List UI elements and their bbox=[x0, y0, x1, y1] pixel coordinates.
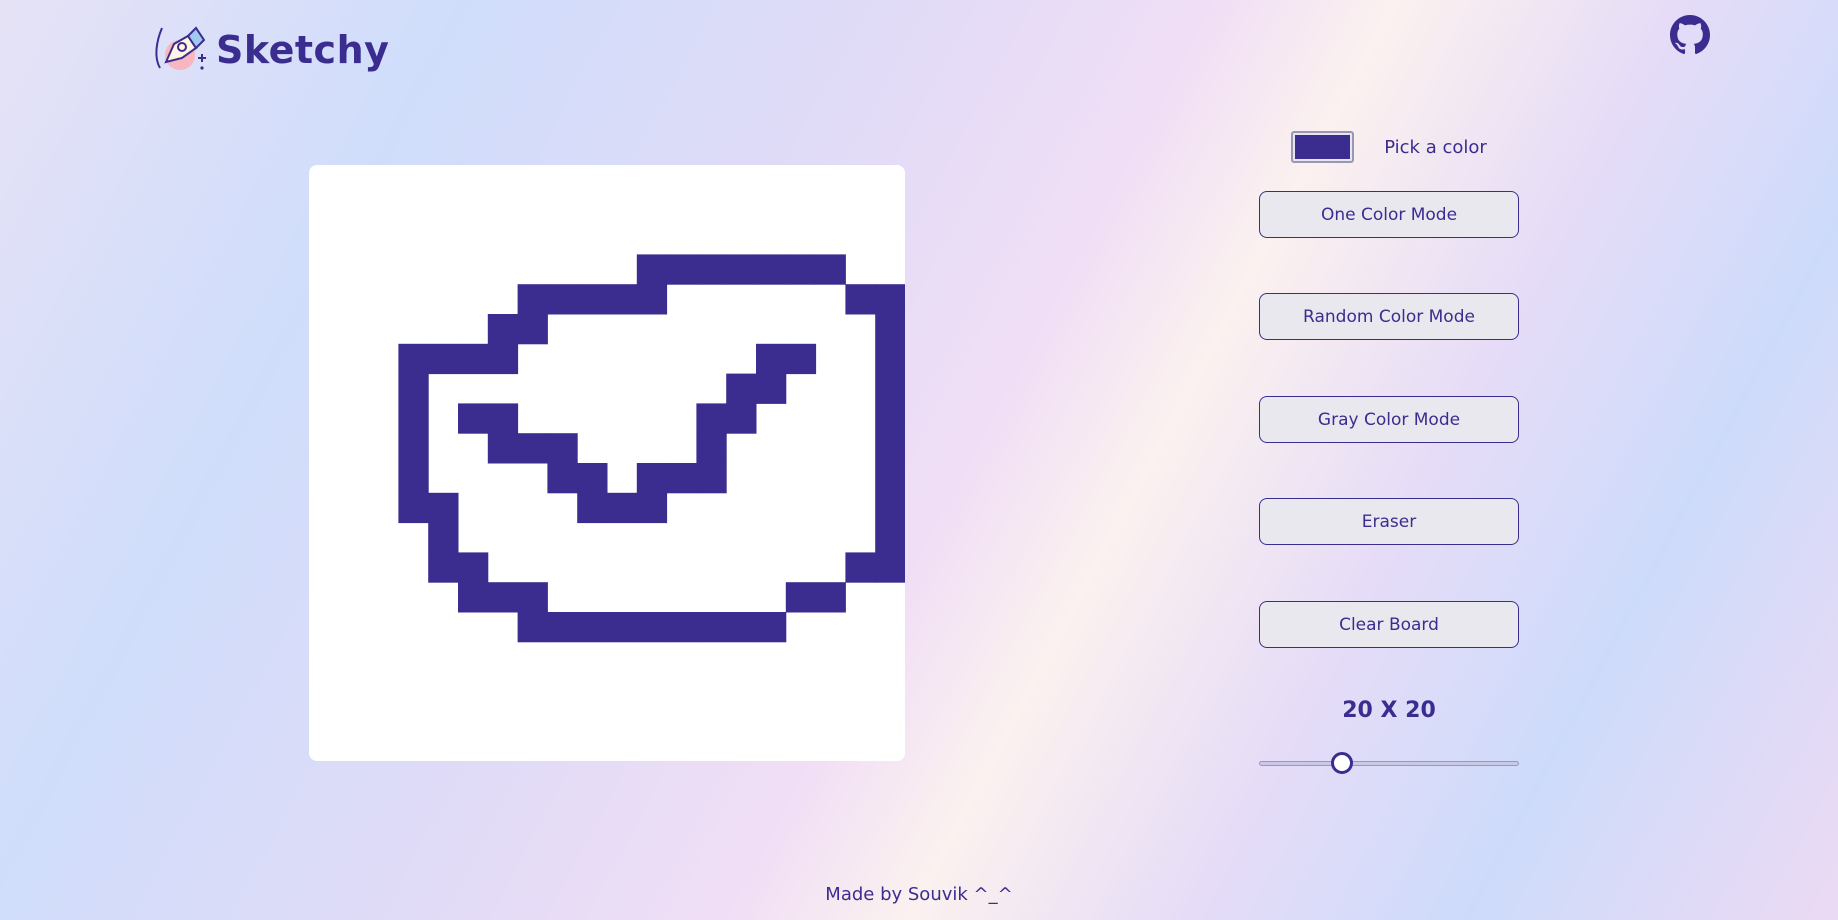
pixel-cell[interactable] bbox=[547, 463, 578, 494]
pixel-cell[interactable] bbox=[487, 582, 519, 613]
pixel-cell[interactable] bbox=[458, 552, 489, 583]
pixel-cell[interactable] bbox=[428, 343, 459, 375]
clear-board-button[interactable]: Clear Board bbox=[1259, 601, 1519, 648]
pixel-cell[interactable] bbox=[428, 492, 459, 524]
pixel-cell[interactable] bbox=[487, 343, 519, 375]
pixel-cell[interactable] bbox=[696, 612, 727, 643]
pixel-cell[interactable] bbox=[547, 612, 578, 643]
pen-nib-logo-icon bbox=[152, 22, 210, 78]
pixel-cell[interactable] bbox=[607, 492, 638, 524]
pixel-cell[interactable] bbox=[458, 403, 489, 434]
pixel-cell[interactable] bbox=[458, 582, 489, 613]
pixel-cell[interactable] bbox=[547, 433, 578, 464]
pixel-cell[interactable] bbox=[398, 492, 429, 524]
pixel-cell[interactable] bbox=[875, 403, 905, 434]
pixel-cell[interactable] bbox=[577, 612, 608, 643]
pixel-cell[interactable] bbox=[517, 612, 548, 643]
pixel-cell[interactable] bbox=[815, 582, 846, 613]
pixel-cell[interactable] bbox=[636, 254, 668, 285]
pixel-cell[interactable] bbox=[487, 433, 519, 464]
pixel-cell[interactable] bbox=[756, 254, 787, 285]
pixel-cell[interactable] bbox=[845, 284, 876, 315]
pixel-cell[interactable] bbox=[547, 284, 578, 315]
pixel-cell[interactable] bbox=[785, 343, 817, 375]
pixel-cell[interactable] bbox=[756, 373, 787, 404]
slider-thumb[interactable] bbox=[1330, 752, 1353, 774]
pixel-cell[interactable] bbox=[458, 343, 489, 375]
one-color-mode-button[interactable]: One Color Mode bbox=[1259, 191, 1519, 238]
pixel-cell[interactable] bbox=[428, 552, 459, 583]
pixel-cell[interactable] bbox=[785, 254, 817, 285]
pixel-cell[interactable] bbox=[726, 403, 757, 434]
pixel-cell[interactable] bbox=[696, 403, 727, 434]
pixel-cell[interactable] bbox=[875, 463, 905, 494]
pixel-cell[interactable] bbox=[398, 343, 429, 375]
pixel-cell[interactable] bbox=[756, 343, 787, 375]
pixel-cell[interactable] bbox=[636, 612, 668, 643]
pixel-cell[interactable] bbox=[517, 284, 548, 315]
pixel-cell[interactable] bbox=[845, 552, 876, 583]
pixel-cell[interactable] bbox=[785, 582, 817, 613]
pixel-cell[interactable] bbox=[517, 314, 548, 345]
pixel-cell[interactable] bbox=[636, 463, 668, 494]
pixel-cell[interactable] bbox=[875, 492, 905, 524]
footer-credit: Made by Souvik ^_^ bbox=[825, 884, 1013, 905]
grid-size-slider[interactable] bbox=[1259, 751, 1519, 775]
pixel-cell[interactable] bbox=[517, 433, 548, 464]
pixel-cell[interactable] bbox=[577, 492, 608, 524]
pixel-cell[interactable] bbox=[577, 284, 608, 315]
sketch-board[interactable] bbox=[309, 165, 905, 761]
pixel-cell[interactable] bbox=[696, 433, 727, 464]
pixel-cell[interactable] bbox=[607, 612, 638, 643]
app-header: Sketchy bbox=[152, 22, 389, 78]
pixel-cell[interactable] bbox=[636, 492, 668, 524]
pixel-cell[interactable] bbox=[666, 254, 697, 285]
pixel-cell[interactable] bbox=[726, 373, 757, 404]
pixel-cell[interactable] bbox=[756, 612, 787, 643]
pixel-cell[interactable] bbox=[577, 463, 608, 494]
pixel-cell[interactable] bbox=[875, 314, 905, 345]
pixel-cell[interactable] bbox=[875, 552, 905, 583]
pixel-cell[interactable] bbox=[875, 373, 905, 404]
pixel-cell[interactable] bbox=[726, 612, 757, 643]
pixel-cell[interactable] bbox=[398, 403, 429, 434]
pixel-cell[interactable] bbox=[666, 463, 697, 494]
slider-track[interactable] bbox=[1259, 761, 1519, 766]
github-icon[interactable] bbox=[1670, 15, 1710, 55]
brand-title: Sketchy bbox=[216, 28, 390, 72]
color-picker-label: Pick a color bbox=[1384, 136, 1487, 158]
controls-panel: Pick a color One Color Mode Random Color… bbox=[1259, 128, 1519, 774]
pixel-cell[interactable] bbox=[428, 522, 459, 553]
pixel-cell[interactable] bbox=[398, 433, 429, 464]
grid-size-label: 20 X 20 bbox=[1342, 698, 1436, 723]
pixel-cell[interactable] bbox=[398, 373, 429, 404]
pixel-cell[interactable] bbox=[726, 254, 757, 285]
pixel-cell[interactable] bbox=[815, 254, 846, 285]
pixel-cell[interactable] bbox=[607, 284, 638, 315]
color-picker-row: Pick a color bbox=[1259, 128, 1519, 166]
eraser-button[interactable]: Eraser bbox=[1259, 498, 1519, 545]
pixel-cell[interactable] bbox=[875, 343, 905, 375]
pixel-cell[interactable] bbox=[487, 314, 519, 345]
gray-color-mode-button[interactable]: Gray Color Mode bbox=[1259, 396, 1519, 443]
pixel-cell[interactable] bbox=[875, 433, 905, 464]
pixel-cell[interactable] bbox=[487, 403, 519, 434]
color-swatch bbox=[1295, 135, 1351, 159]
pixel-cell[interactable] bbox=[517, 582, 548, 613]
random-color-mode-button[interactable]: Random Color Mode bbox=[1259, 293, 1519, 340]
pixel-cell[interactable] bbox=[666, 612, 697, 643]
page-background bbox=[0, 0, 1838, 920]
pixel-cell[interactable] bbox=[875, 522, 905, 553]
color-picker[interactable] bbox=[1291, 131, 1355, 163]
pixel-grid[interactable] bbox=[309, 165, 905, 761]
pixel-cell[interactable] bbox=[875, 284, 905, 315]
pixel-cell[interactable] bbox=[696, 254, 727, 285]
pixel-cell[interactable] bbox=[636, 284, 668, 315]
pixel-cell[interactable] bbox=[696, 463, 727, 494]
pixel-cell[interactable] bbox=[398, 463, 429, 494]
